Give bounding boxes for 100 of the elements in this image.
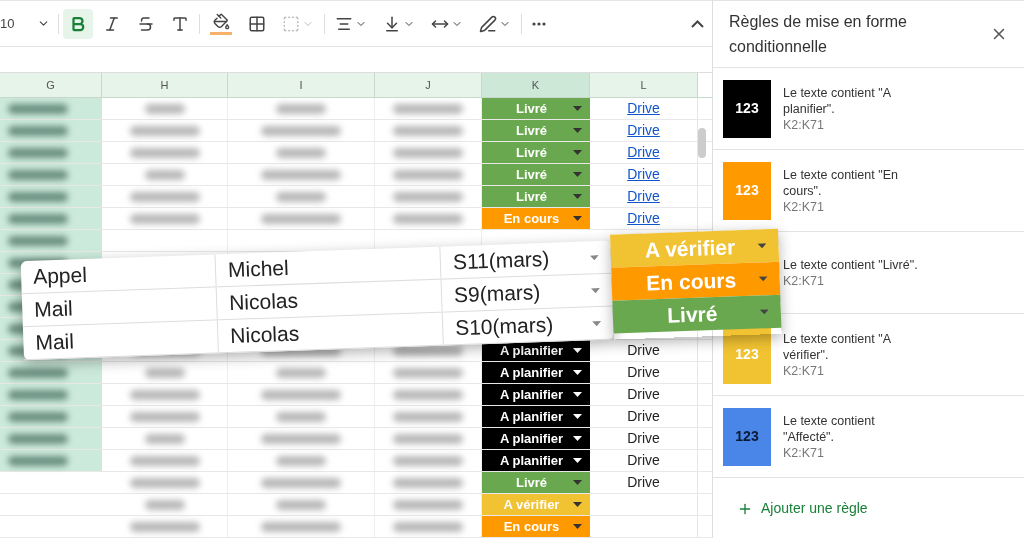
paint-bucket-icon — [212, 12, 230, 30]
callout-cell-text: S9(mars) — [453, 279, 541, 309]
blurred-text — [129, 125, 200, 136]
blurred-text — [129, 521, 200, 532]
drive-link[interactable]: Drive — [627, 142, 660, 163]
blurred-text — [129, 455, 200, 466]
add-rule-button[interactable]: Ajouter une règle — [737, 498, 1024, 519]
callout-cell-text: S11(mars) — [452, 246, 550, 276]
blurred-text — [393, 213, 463, 224]
blurred-text — [8, 125, 68, 136]
blurred-text — [393, 169, 463, 180]
blurred-text — [8, 169, 68, 180]
column-header[interactable]: I — [228, 72, 375, 97]
blurred-text — [8, 367, 68, 378]
column-header[interactable]: G — [0, 72, 102, 97]
drive-text: Drive — [627, 451, 660, 470]
status-dropdown[interactable]: A planifier — [482, 428, 590, 449]
rule-condition: Le texte contient "Livré". — [783, 256, 918, 273]
blurred-text — [144, 103, 185, 114]
blurred-text — [276, 367, 326, 378]
blurred-text — [144, 499, 185, 510]
dashed-square-icon — [282, 14, 300, 33]
column-header[interactable]: J — [375, 72, 482, 97]
blurred-text — [276, 455, 326, 466]
blurred-text — [393, 345, 463, 356]
blurred-text — [8, 103, 68, 114]
status-dropdown[interactable]: A planifier — [482, 340, 590, 361]
drive-text: Drive — [627, 341, 660, 360]
blurred-text — [393, 389, 463, 400]
drive-link[interactable]: Drive — [627, 98, 660, 119]
blurred-text — [393, 191, 463, 202]
blurred-text — [8, 191, 68, 202]
rule-condition: Le texte contient "Affecté". — [783, 412, 876, 445]
blurred-text — [8, 389, 68, 400]
drive-link[interactable]: Drive — [627, 164, 660, 185]
status-dropdown[interactable]: A planifier — [482, 450, 590, 471]
blurred-text — [129, 389, 200, 400]
caret-icon[interactable] — [573, 216, 582, 221]
rule-range: K2:K71 — [783, 444, 825, 461]
column-header[interactable]: H — [102, 72, 228, 97]
caret-icon[interactable] — [573, 414, 582, 419]
caret-icon[interactable] — [573, 392, 582, 397]
blurred-text — [129, 147, 200, 158]
blurred-text — [144, 169, 185, 180]
blurred-text — [129, 477, 200, 488]
caret-icon[interactable] — [573, 436, 582, 441]
blurred-text — [393, 499, 463, 510]
callout-cell: Michel — [215, 246, 442, 287]
caret-icon[interactable] — [573, 370, 582, 375]
caret-icon[interactable] — [757, 243, 767, 249]
drive-link[interactable]: Drive — [627, 186, 660, 207]
blurred-text — [393, 477, 463, 488]
blurred-text — [393, 125, 463, 136]
bold-button[interactable] — [63, 8, 93, 39]
blurred-text — [8, 433, 68, 444]
caret-icon[interactable] — [573, 502, 582, 507]
sample-text: 123 — [735, 345, 759, 364]
letter-icon — [171, 14, 189, 33]
sample-text: 123 — [735, 181, 759, 200]
blurred-text — [8, 455, 68, 466]
strikethrough-icon — [137, 14, 155, 33]
rule-condition: Le texte contient "A vérifier". — [783, 330, 892, 363]
status-dropdown[interactable]: A planifier — [482, 362, 590, 383]
font-size-field[interactable]: 10 — [0, 13, 54, 34]
blurred-text — [8, 213, 68, 224]
blurred-text — [393, 433, 463, 444]
blurred-text — [276, 499, 326, 510]
blurred-text — [393, 411, 463, 422]
column-header[interactable]: L — [590, 72, 698, 97]
caret-icon[interactable] — [573, 348, 582, 353]
drive-link[interactable]: Drive — [627, 120, 660, 141]
blurred-text — [393, 147, 463, 158]
blurred-text — [276, 103, 326, 114]
rule-range: K2:K71 — [783, 116, 825, 133]
rule-condition: Le texte contient "En cours". — [783, 166, 899, 199]
blurred-text — [129, 191, 200, 202]
blurred-text — [393, 521, 463, 532]
callout-cell: Nicolas — [216, 279, 443, 320]
blurred-text — [144, 367, 185, 378]
column-header[interactable]: K — [482, 72, 590, 97]
caret-icon[interactable] — [573, 524, 582, 529]
panel-title: Règles de mise en forme conditionnelle — [729, 12, 908, 57]
scrollbar[interactable] — [698, 128, 706, 158]
drive-link[interactable]: Drive — [627, 208, 660, 229]
caret-icon[interactable] — [573, 458, 582, 463]
drive-text: Drive — [627, 429, 660, 448]
blurred-text — [393, 103, 463, 114]
sample-text: 123 — [735, 427, 759, 446]
drive-text: Drive — [627, 363, 660, 382]
blurred-text — [129, 213, 200, 224]
drive-text: Drive — [627, 407, 660, 426]
bold-icon — [69, 14, 87, 33]
blurred-text — [8, 235, 68, 246]
sample-text: 123 — [735, 99, 759, 118]
status-dropdown[interactable]: A planifier — [482, 384, 590, 405]
status-dropdown[interactable]: A planifier — [482, 406, 590, 427]
rule-range: K2:K71 — [783, 272, 825, 289]
grid-icon — [248, 14, 266, 33]
drive-text: Drive — [627, 385, 660, 404]
arrow-down-icon — [383, 14, 401, 33]
